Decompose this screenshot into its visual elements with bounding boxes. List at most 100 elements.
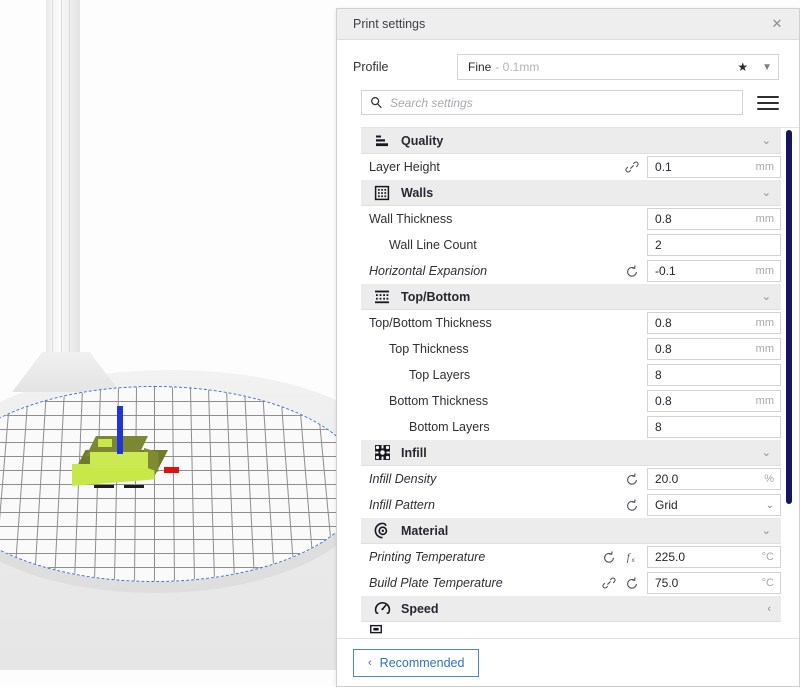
panel-footer: ‹ Recommended — [337, 638, 799, 686]
setting-label: Wall Line Count — [389, 238, 477, 252]
panel-title-bar: Print settings ✕ — [337, 9, 799, 40]
setting-row: Wall Thickness 0.8 mm — [361, 206, 781, 232]
quality-icon — [374, 133, 390, 149]
chevron-down-icon[interactable]: ▼ — [762, 62, 772, 73]
setting-unit: mm — [755, 343, 774, 355]
settings-category-walls[interactable]: Walls ⌄ — [361, 180, 781, 206]
settings-scrollbar[interactable] — [785, 130, 793, 636]
setting-select[interactable]: Grid ⌄ — [647, 494, 781, 516]
setting-value: 20.0 — [655, 472, 679, 486]
profile-name: Fine — [468, 60, 492, 74]
setting-unit: mm — [755, 395, 774, 407]
setting-row: Horizontal Expansion -0.1 mm — [361, 258, 781, 284]
model-notch — [98, 439, 112, 447]
walls-icon — [374, 185, 390, 201]
search-input[interactable] — [390, 95, 734, 110]
category-label: Speed — [401, 601, 439, 616]
setting-row: Infill Density 20.0% — [361, 466, 781, 492]
chevron-down-icon[interactable]: ⌄ — [762, 290, 771, 303]
hamburger-menu-icon[interactable] — [757, 95, 779, 110]
setting-value-input[interactable]: 0.8 mm — [647, 208, 781, 230]
chevron-left-icon[interactable]: ‹ — [767, 603, 771, 615]
setting-value-input[interactable]: 8 — [647, 364, 781, 386]
reset-icon[interactable] — [602, 550, 616, 564]
settings-category-speed[interactable]: Speed ‹ — [361, 596, 781, 622]
setting-row-clipped[interactable] — [361, 622, 781, 638]
reset-icon[interactable] — [625, 576, 639, 590]
setting-value: 0.8 — [655, 342, 672, 356]
settings-category-infill[interactable]: Infill ⌄ — [361, 440, 781, 466]
setting-value-input[interactable]: 225.0 °C — [647, 546, 781, 568]
setting-row: Build Plate Temperature 75.0 °C — [361, 570, 781, 596]
search-icon — [370, 96, 383, 109]
setting-label: Printing Temperature — [369, 550, 486, 564]
setting-row: Bottom Thickness 0.8 mm — [361, 388, 781, 414]
scrollbar-thumb[interactable] — [786, 130, 792, 504]
printer-gantry-column — [46, 0, 80, 362]
search-box[interactable] — [361, 90, 743, 115]
travel-icon — [369, 623, 383, 637]
setting-row: Top/Bottom Thickness 0.8 mm — [361, 310, 781, 336]
setting-icons — [602, 576, 647, 590]
setting-value-input[interactable]: 75.0 °C — [647, 572, 781, 594]
x-axis-handle[interactable] — [164, 467, 179, 473]
setting-value: Grid — [655, 498, 678, 512]
setting-value: 2 — [655, 238, 662, 252]
category-icon-wrap — [369, 133, 395, 149]
reset-icon[interactable] — [625, 472, 639, 486]
category-icon-wrap — [369, 185, 395, 201]
reset-icon[interactable] — [625, 264, 639, 278]
setting-value-input[interactable]: -0.1 mm — [647, 260, 781, 282]
link-icon[interactable] — [602, 576, 616, 590]
setting-label: Horizontal Expansion — [369, 264, 488, 278]
setting-value-input[interactable]: 0.8 mm — [647, 390, 781, 412]
setting-icons: fx — [602, 550, 647, 564]
close-icon[interactable]: ✕ — [767, 14, 787, 34]
setting-value-input[interactable]: 0.8 mm — [647, 312, 781, 334]
settings-scroll-area[interactable]: Quality ⌄ Layer Height 0.1 mm Walls ⌄ Wall Thic… — [361, 127, 799, 638]
star-icon[interactable]: ★ — [737, 60, 748, 74]
setting-unit: mm — [755, 161, 774, 173]
setting-unit: °C — [761, 577, 774, 589]
setting-value: 0.8 — [655, 394, 672, 408]
model-object-tank[interactable] — [72, 406, 182, 488]
chevron-down-icon[interactable]: ⌄ — [766, 500, 774, 511]
setting-value-input[interactable]: 8 — [647, 416, 781, 438]
settings-category-material[interactable]: Material ⌄ — [361, 518, 781, 544]
setting-label: Wall Thickness — [369, 212, 453, 226]
chevron-down-icon[interactable]: ⌄ — [762, 134, 771, 147]
setting-label: Build Plate Temperature — [369, 576, 503, 590]
chevron-down-icon[interactable]: ⌄ — [762, 524, 771, 537]
setting-value-input[interactable]: 0.8 mm — [647, 338, 781, 360]
setting-value: 8 — [655, 368, 662, 382]
profile-label: Profile — [353, 60, 389, 74]
settings-category-quality[interactable]: Quality ⌄ — [361, 128, 781, 154]
build-plate[interactable] — [0, 386, 364, 582]
chevron-down-icon[interactable]: ⌄ — [762, 186, 771, 199]
profile-selector[interactable]: Fine - 0.1mm ★ ▼ — [457, 54, 779, 80]
link-icon[interactable] — [625, 160, 639, 174]
setting-value-input[interactable]: 0.1 mm — [647, 156, 781, 178]
setting-value: 0.8 — [655, 212, 672, 226]
setting-icons — [625, 472, 647, 486]
reset-icon[interactable] — [625, 498, 639, 512]
z-axis-handle[interactable] — [117, 406, 123, 454]
svg-text:x: x — [632, 557, 635, 564]
speed-icon — [374, 600, 391, 617]
settings-category-top-bottom[interactable]: Top/Bottom ⌄ — [361, 284, 781, 310]
setting-row: Bottom Layers 8 — [361, 414, 781, 440]
category-icon-wrap — [369, 444, 395, 461]
chevron-down-icon[interactable]: ⌄ — [762, 446, 771, 459]
setting-value-input[interactable]: 2 — [647, 234, 781, 256]
category-icon-wrap — [369, 522, 395, 539]
setting-label: Top/Bottom Thickness — [369, 316, 492, 330]
setting-value: 225.0 — [655, 550, 686, 564]
formula-icon[interactable]: fx — [625, 550, 639, 564]
setting-value-input[interactable]: 20.0% — [647, 468, 781, 490]
recommended-button[interactable]: ‹ Recommended — [353, 648, 480, 677]
print-settings-panel: Print settings ✕ Profile Fine - 0.1mm ★ … — [336, 8, 800, 687]
setting-icons — [625, 498, 647, 512]
model-foot — [124, 485, 144, 488]
setting-unit: mm — [755, 317, 774, 329]
category-label: Walls — [401, 185, 434, 200]
